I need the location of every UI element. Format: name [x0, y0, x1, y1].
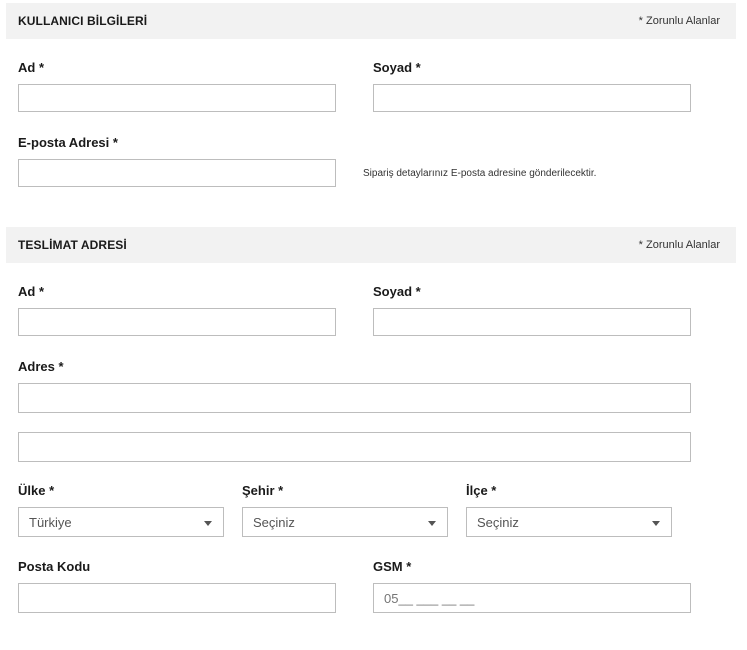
- city-label: Şehir *: [242, 483, 284, 498]
- postal-code-input[interactable]: [18, 583, 336, 613]
- first-name-label: Ad *: [18, 60, 44, 75]
- first-name-input[interactable]: [18, 84, 336, 112]
- email-input[interactable]: [18, 159, 336, 187]
- address-line2-input[interactable]: [18, 432, 691, 462]
- country-label: Ülke *: [18, 483, 55, 498]
- delivery-title: TESLİMAT ADRESİ: [18, 238, 127, 252]
- user-info-header: KULLANICI BİLGİLERİ * Zorunlu Alanlar: [6, 3, 736, 39]
- required-fields-note: * Zorunlu Alanlar: [638, 239, 720, 251]
- chevron-down-icon: [652, 521, 660, 526]
- user-info-title: KULLANICI BİLGİLERİ: [18, 14, 148, 28]
- required-fields-note: * Zorunlu Alanlar: [638, 15, 720, 27]
- postal-code-label: Posta Kodu: [18, 559, 91, 574]
- gsm-label: GSM *: [373, 559, 412, 574]
- address-line1-input[interactable]: [18, 383, 691, 413]
- chevron-down-icon: [204, 521, 212, 526]
- last-name-input[interactable]: [373, 84, 691, 112]
- last-name-label: Soyad *: [373, 60, 421, 75]
- city-select[interactable]: Seçiniz: [242, 507, 448, 537]
- district-select-value: Seçiniz: [477, 515, 519, 530]
- district-label: İlçe *: [466, 483, 497, 498]
- email-hint: Sipariş detaylarınız E-posta adresine gö…: [363, 168, 597, 179]
- delivery-header: TESLİMAT ADRESİ * Zorunlu Alanlar: [6, 227, 736, 263]
- city-select-value: Seçiniz: [253, 515, 295, 530]
- chevron-down-icon: [428, 521, 436, 526]
- delivery-last-name-input[interactable]: [373, 308, 691, 336]
- address-label: Adres *: [18, 359, 64, 374]
- gsm-input[interactable]: [373, 583, 691, 613]
- delivery-last-name-label: Soyad *: [373, 284, 421, 299]
- delivery-first-name-input[interactable]: [18, 308, 336, 336]
- email-label: E-posta Adresi *: [18, 135, 118, 150]
- country-select-value: Türkiye: [29, 515, 72, 530]
- country-select[interactable]: Türkiye: [18, 507, 224, 537]
- delivery-first-name-label: Ad *: [18, 284, 44, 299]
- district-select[interactable]: Seçiniz: [466, 507, 672, 537]
